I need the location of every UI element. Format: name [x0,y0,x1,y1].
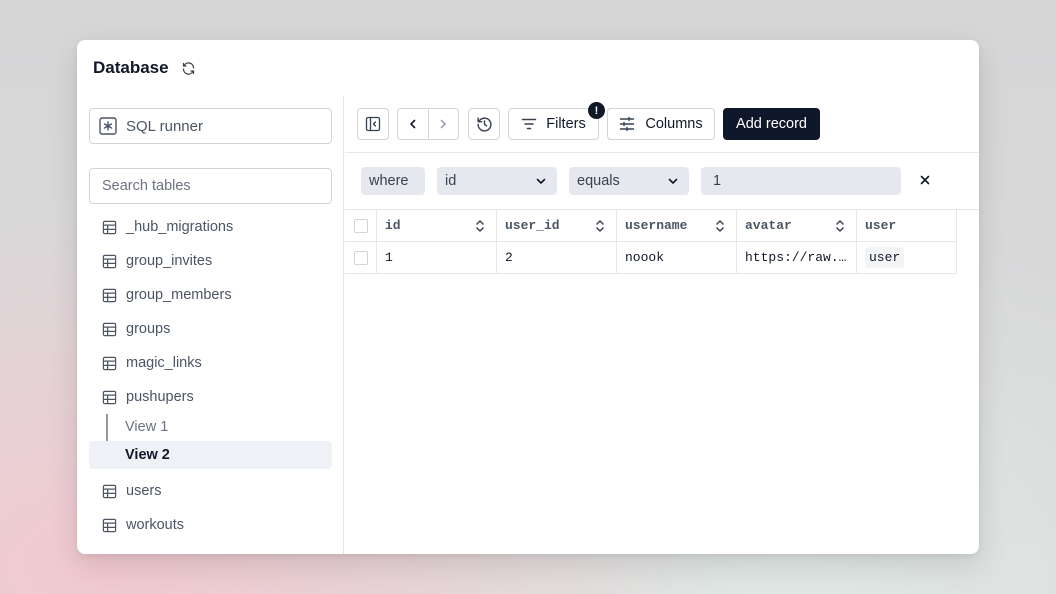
sidebar: SQL runner _hub_migrations group_invites… [77,96,344,554]
filter-value-text: 1 [713,173,722,189]
database-window: Database SQL runner _hub_migrations [77,40,979,554]
sidebar-item-magic-links[interactable]: magic_links [89,349,332,377]
table-icon [102,390,117,405]
next-page-button[interactable] [429,109,459,139]
filter-field-value: id [445,173,457,189]
column-header-label: user_id [505,218,560,233]
history-icon [476,116,493,133]
sql-asterisk-icon [99,117,117,135]
sort-icon[interactable] [834,219,846,233]
sidebar-item-label: magic_links [126,355,202,371]
clear-filter-button[interactable] [918,173,932,187]
sidebar-item-pushupers[interactable]: pushupers [89,383,332,411]
column-header-id[interactable]: id [377,210,497,241]
filter-field-select[interactable]: id [437,167,557,195]
prev-page-button[interactable] [398,109,429,139]
cell-id[interactable]: 1 [377,242,497,273]
sidebar-item-label: workouts [126,517,185,533]
column-header-username[interactable]: username [617,210,737,241]
where-label: where [361,167,425,195]
filters-label: Filters [546,116,586,132]
toolbar: Filters ! Columns Add record [345,96,979,153]
window-header: Database [77,40,979,96]
chevron-down-icon [667,175,679,187]
sort-icon[interactable] [594,219,606,233]
sidebar-item-groups[interactable]: groups [89,315,332,343]
sidebar-item-group-members[interactable]: group_members [89,281,332,309]
toggle-sidebar-button[interactable] [357,108,389,140]
sidebar-item-hub-migrations[interactable]: _hub_migrations [89,213,332,241]
sliders-icon [619,116,635,132]
table-icon [102,220,117,235]
table-icon [102,356,117,371]
refresh-button[interactable] [180,59,198,77]
close-icon [920,175,930,185]
column-header-label: avatar [745,218,792,233]
sidebar-collapse-icon [365,116,381,132]
avatar-url: https://raw.githubusercontent.com/ [745,250,849,265]
sidebar-item-label: group_invites [126,253,213,269]
filters-button[interactable]: Filters ! [508,102,605,140]
pagination-group [397,108,459,140]
row-select-cell [345,242,377,273]
select-all-checkbox[interactable] [353,218,368,233]
add-record-button[interactable]: Add record [723,108,820,140]
cell-user[interactable]: user [857,242,957,273]
sidebar-view-1[interactable]: View 1 [89,413,332,441]
filter-operator-value: equals [577,173,620,189]
filter-row: where id equals 1 [345,153,979,210]
main-panel: Filters ! Columns Add record where id eq… [345,96,979,554]
table-row[interactable]: 1 2 noook https://raw.githubusercontent.… [345,242,957,274]
columns-label: Columns [645,116,703,132]
table-icon [102,288,117,303]
column-header-label: id [385,218,401,233]
chevron-left-icon [409,119,416,129]
sidebar-item-workouts[interactable]: workouts [89,511,332,539]
column-header-user-id[interactable]: user_id [497,210,617,241]
table-icon [102,322,117,337]
view-label: View 2 [125,447,170,463]
header-select-cell [345,210,377,241]
column-header-label: user [865,218,897,233]
cell-user-id[interactable]: 2 [497,242,617,273]
table-icon [102,254,117,269]
sidebar-item-users[interactable]: users [89,477,332,505]
column-header-user[interactable]: user [857,210,957,241]
window-title: Database [93,58,169,77]
sidebar-item-label: groups [126,321,171,337]
search-tables-input[interactable] [89,168,332,204]
chevron-right-icon [440,119,447,129]
sidebar-item-label: pushupers [126,389,194,405]
sidebar-item-label: _hub_migrations [126,219,234,235]
refresh-icon [182,61,195,75]
filter-lines-icon [521,117,537,131]
filters-badge: ! [588,102,605,119]
table-icon [102,518,117,533]
row-checkbox[interactable] [353,250,368,265]
sidebar-view-2[interactable]: View 2 [89,441,332,469]
sql-runner-label: SQL runner [126,117,203,135]
filter-operator-select[interactable]: equals [569,167,689,195]
column-header-label: username [625,218,688,233]
sidebar-item-label: group_members [126,287,232,303]
table-icon [102,484,117,499]
cell-username[interactable]: noook [617,242,737,273]
chevron-down-icon [535,175,547,187]
sort-icon[interactable] [474,219,486,233]
sidebar-item-label: users [126,483,162,499]
sort-icon[interactable] [714,219,726,233]
cell-avatar[interactable]: https://raw.githubusercontent.com/ [737,242,857,273]
relation-tag: user [865,247,905,268]
view-label: View 1 [125,419,169,435]
sidebar-item-group-invites[interactable]: group_invites [89,247,332,275]
filter-value-input[interactable]: 1 [701,167,901,195]
column-header-avatar[interactable]: avatar [737,210,857,241]
columns-button[interactable]: Columns [607,108,715,140]
sql-runner-button[interactable]: SQL runner [89,108,332,144]
history-button[interactable] [468,108,500,140]
table-header-row: id user_id username avatar user [345,210,957,242]
